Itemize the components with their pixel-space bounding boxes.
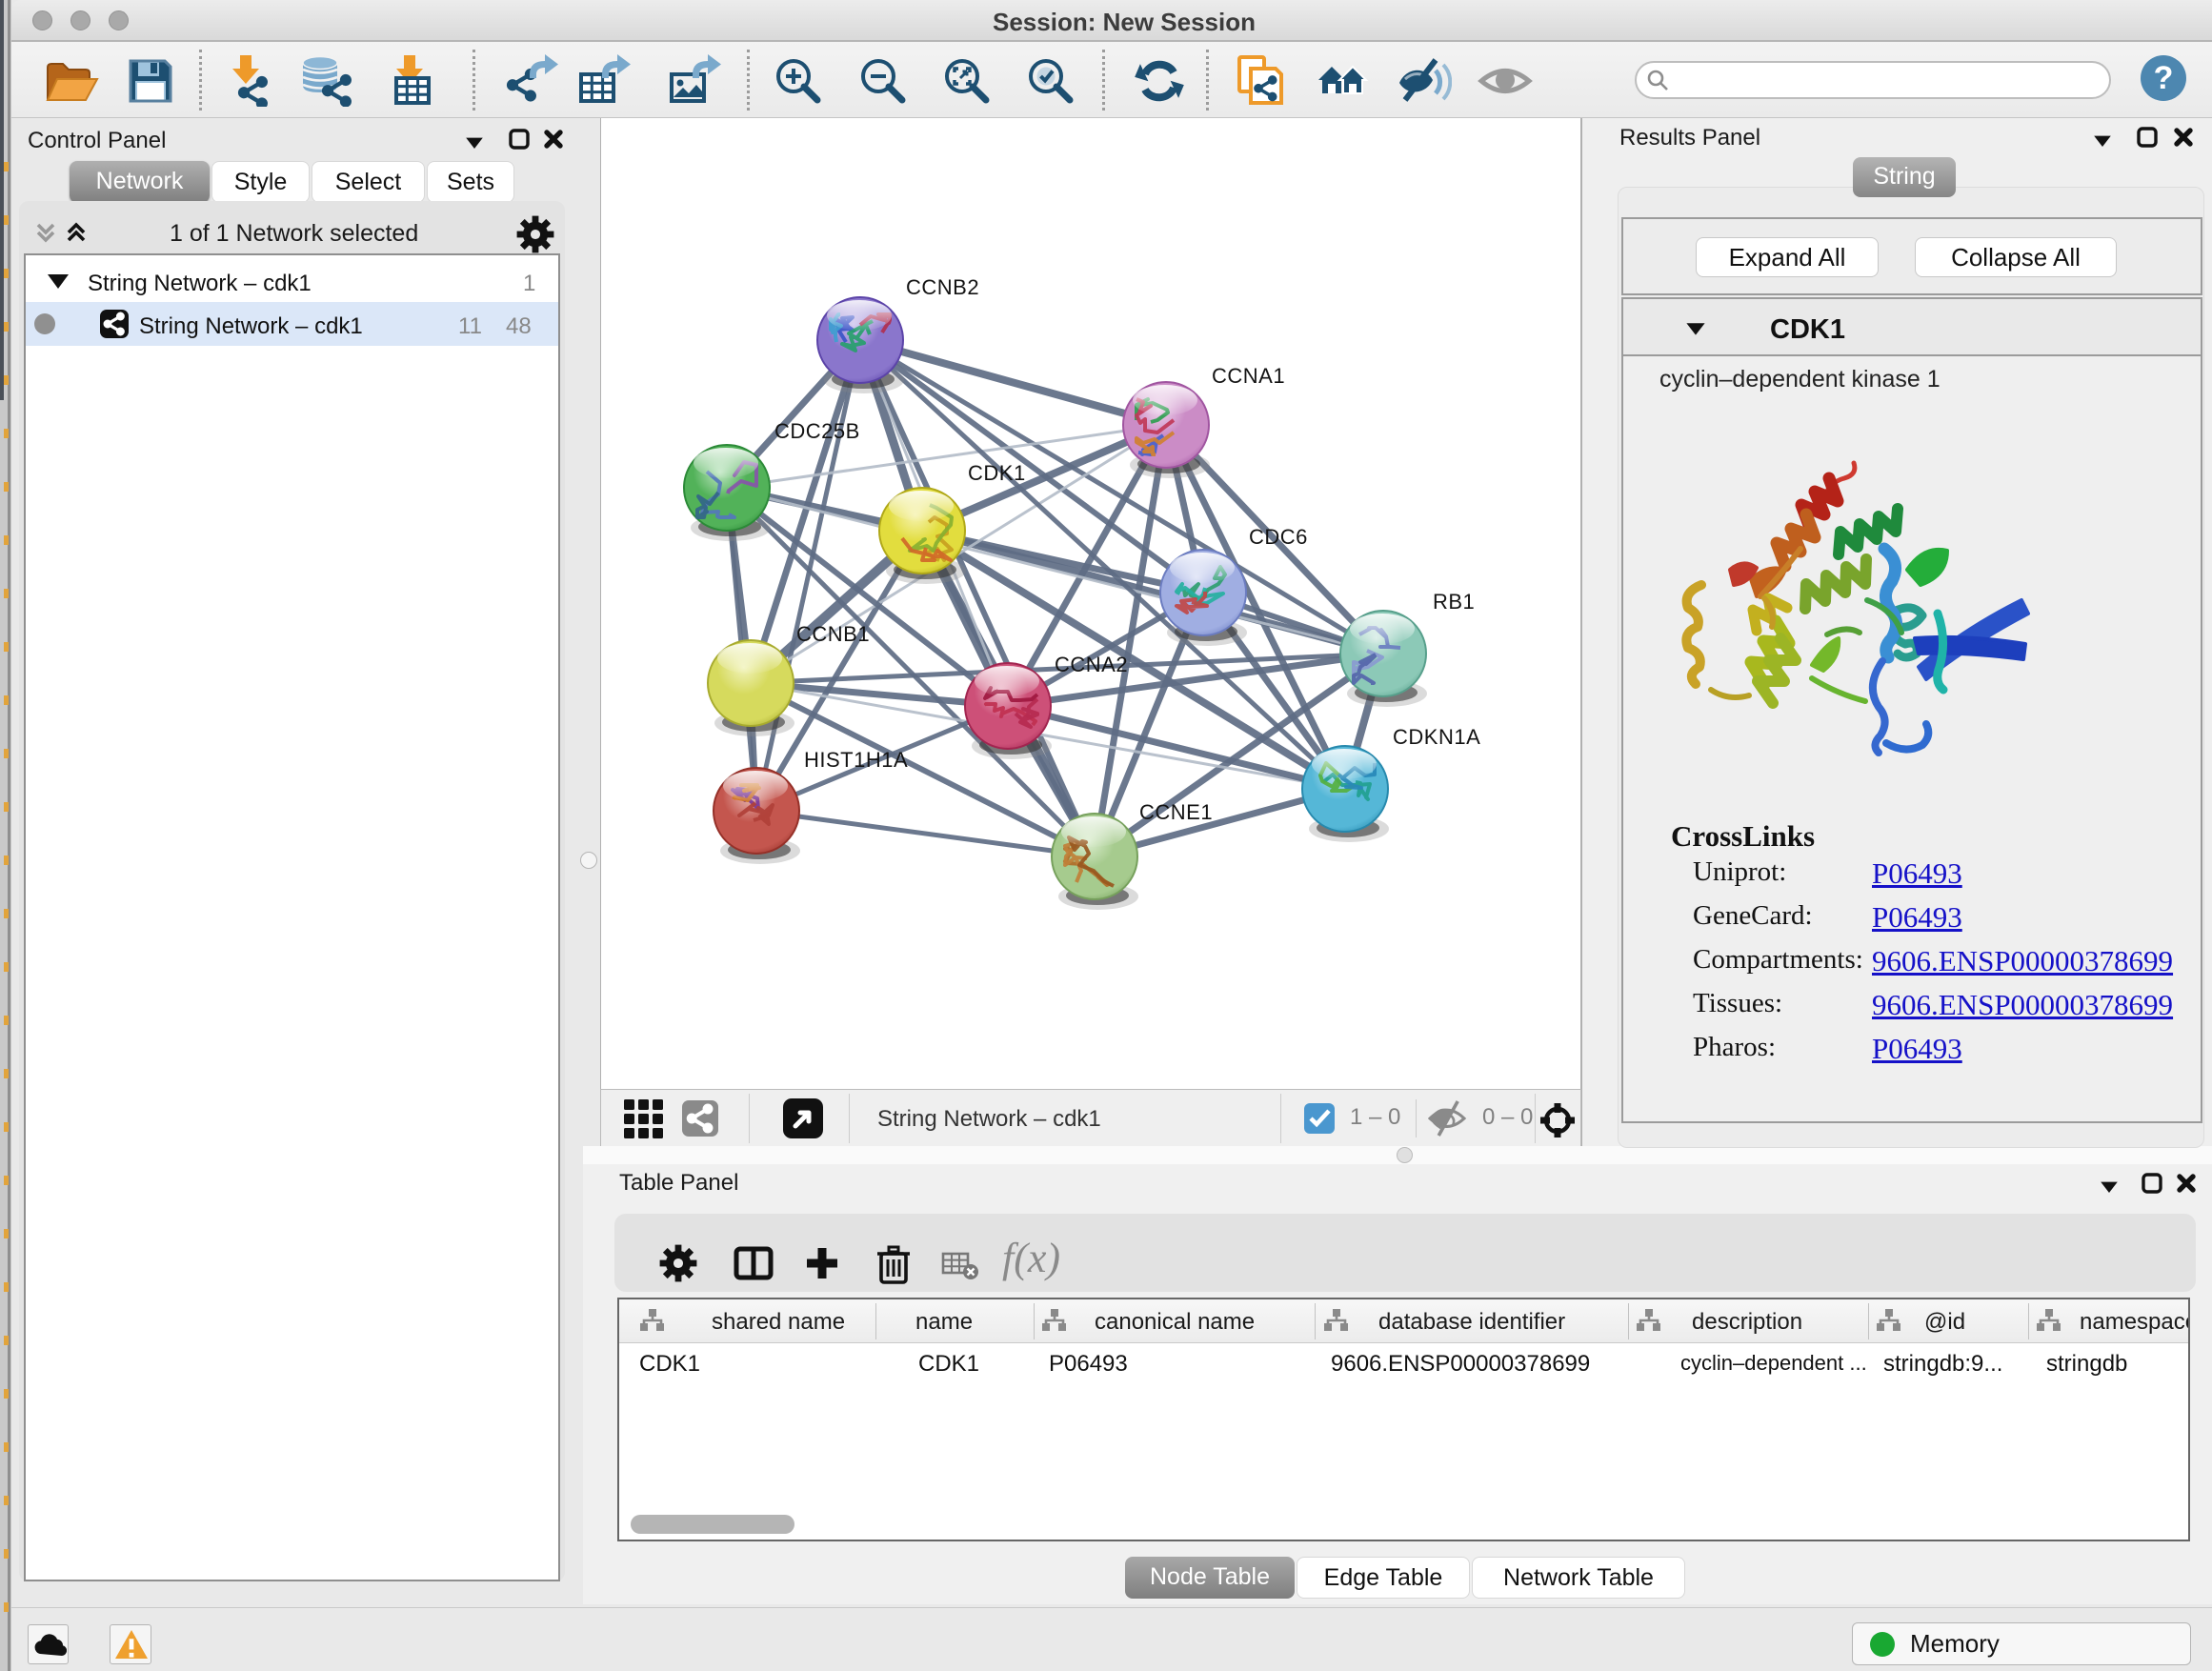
svg-text:CCNB1: CCNB1 [796, 622, 870, 646]
svg-text:RB1: RB1 [1433, 590, 1475, 614]
svg-text:CDKN1A: CDKN1A [1393, 725, 1480, 749]
svg-text:CDC6: CDC6 [1249, 525, 1308, 549]
svg-text:CCNB2: CCNB2 [906, 275, 979, 299]
svg-text:CDK1: CDK1 [968, 461, 1026, 485]
svg-text:HIST1H1A: HIST1H1A [804, 748, 908, 772]
svg-text:CCNE1: CCNE1 [1139, 800, 1213, 824]
svg-text:CCNA1: CCNA1 [1212, 364, 1285, 388]
svg-text:CCNA2: CCNA2 [1055, 653, 1128, 676]
svg-text:CDC25B: CDC25B [774, 419, 860, 443]
